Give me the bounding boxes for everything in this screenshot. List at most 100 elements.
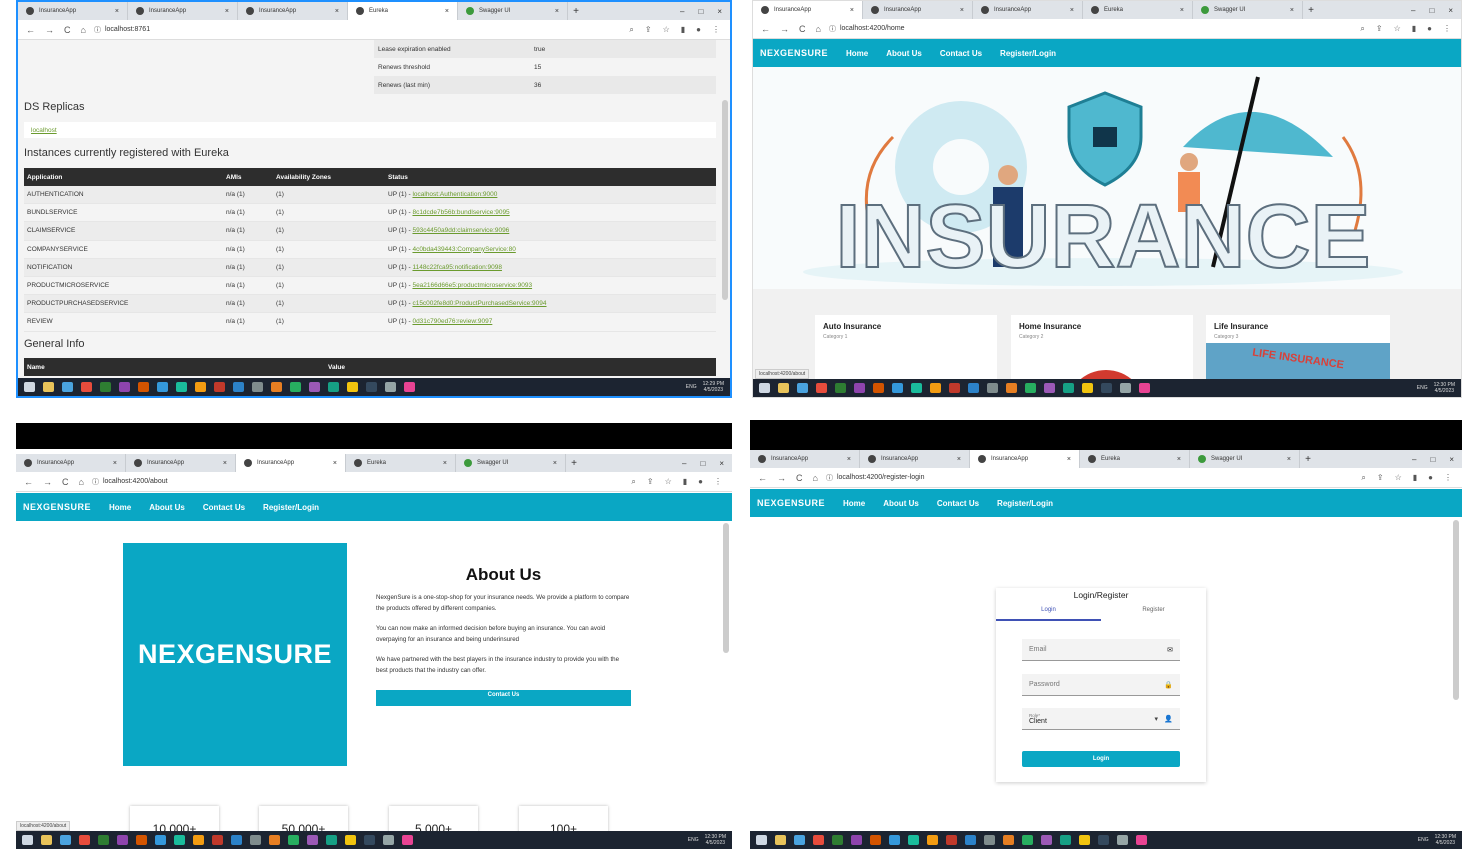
clock[interactable]: 12:30 PM 4/5/2023 <box>1435 834 1456 846</box>
instance-link[interactable]: 8c1dcde7b56b:bundlservice:9095 <box>412 209 509 216</box>
taskbar-app-icon[interactable] <box>949 383 960 393</box>
taskbar-app-icon[interactable] <box>176 382 187 392</box>
browser-tab[interactable]: InsuranceApp × <box>18 2 128 20</box>
taskbar-app-icon[interactable] <box>835 383 846 393</box>
home-button[interactable]: ⌂ <box>813 473 818 483</box>
nav-register-login[interactable]: Register/Login <box>1000 49 1056 58</box>
nav-about[interactable]: About Us <box>886 49 922 58</box>
taskbar-app-icon[interactable] <box>965 835 976 845</box>
taskbar-app-icon[interactable] <box>271 382 282 392</box>
instance-link[interactable]: 0d31c790ed76:review:9097 <box>412 318 492 325</box>
taskbar-app-icon[interactable] <box>364 835 375 845</box>
menu-icon[interactable]: ⋮ <box>714 477 722 487</box>
share-icon[interactable]: ⇪ <box>1377 473 1384 483</box>
language-indicator[interactable]: ENG <box>1417 385 1428 391</box>
url-field[interactable]: localhost:4200/about <box>103 478 168 485</box>
close-window-button[interactable]: × <box>1448 6 1453 15</box>
sidebar-icon[interactable]: ▮ <box>1412 24 1416 34</box>
scrollbar[interactable] <box>722 100 728 300</box>
taskbar-app-icon[interactable] <box>290 382 301 392</box>
taskbar-app-icon[interactable] <box>309 382 320 392</box>
close-icon[interactable]: × <box>847 456 851 463</box>
profile-icon[interactable]: ● <box>696 25 701 35</box>
language-indicator[interactable]: ENG <box>686 384 697 390</box>
forward-button[interactable]: → <box>45 25 54 35</box>
scrollbar[interactable] <box>1453 520 1459 700</box>
nav-register-login[interactable]: Register/Login <box>263 503 319 512</box>
home-button[interactable]: ⌂ <box>816 24 821 34</box>
star-icon[interactable]: ☆ <box>1395 473 1402 483</box>
taskbar-app-icon[interactable] <box>233 382 244 392</box>
instance-link[interactable]: 1148c22fca95:notification:9098 <box>412 264 502 271</box>
taskbar-app-icon[interactable] <box>174 835 185 845</box>
taskbar-app-icon[interactable] <box>873 383 884 393</box>
close-icon[interactable]: × <box>1067 456 1071 463</box>
close-icon[interactable]: × <box>225 8 229 15</box>
ds-replica-link[interactable]: localhost <box>31 127 57 134</box>
taskbar-app-icon[interactable] <box>385 382 396 392</box>
taskbar-app-icon[interactable] <box>288 835 299 845</box>
browser-tab[interactable]: InsuranceApp × <box>126 454 236 472</box>
back-button[interactable]: ← <box>26 25 35 35</box>
taskbar-app-icon[interactable] <box>60 835 71 845</box>
scrollbar[interactable] <box>723 523 729 653</box>
new-tab-button[interactable]: + <box>1300 454 1316 465</box>
sidebar-icon[interactable]: ▮ <box>681 25 685 35</box>
close-icon[interactable]: × <box>555 8 559 15</box>
back-button[interactable]: ← <box>24 477 33 487</box>
taskbar-app-icon[interactable] <box>870 835 881 845</box>
close-icon[interactable]: × <box>113 460 117 467</box>
zoom-icon[interactable]: ⌕ <box>629 25 633 35</box>
home-button[interactable]: ⌂ <box>79 477 84 487</box>
taskbar-app-icon[interactable] <box>1003 835 1014 845</box>
email-field[interactable]: Email ✉ <box>1022 639 1180 661</box>
url-field[interactable]: localhost:8761 <box>105 26 150 33</box>
taskbar-app-icon[interactable] <box>328 382 339 392</box>
instance-link[interactable]: 4c0bda439443:CompanyService:80 <box>412 246 515 253</box>
browser-tab-active[interactable]: InsuranceApp × <box>236 454 346 472</box>
share-icon[interactable]: ⇪ <box>645 25 652 35</box>
nav-contact[interactable]: Contact Us <box>940 49 982 58</box>
taskbar-app-icon[interactable] <box>231 835 242 845</box>
sidebar-icon[interactable]: ▮ <box>1413 473 1417 483</box>
nav-home[interactable]: Home <box>843 499 865 508</box>
nav-home[interactable]: Home <box>846 49 868 58</box>
taskbar-app-icon[interactable] <box>946 835 957 845</box>
taskbar-app-icon[interactable] <box>778 383 789 393</box>
taskbar-app-icon[interactable] <box>911 383 922 393</box>
taskbar-app-icon[interactable] <box>889 835 900 845</box>
taskbar-app-icon[interactable] <box>813 835 824 845</box>
menu-icon[interactable]: ⋮ <box>712 25 720 35</box>
role-select[interactable]: Role* Client 👤 ▾ <box>1022 708 1180 730</box>
close-icon[interactable]: × <box>335 8 339 15</box>
nav-register-login[interactable]: Register/Login <box>997 499 1053 508</box>
taskbar-app-icon[interactable] <box>404 382 415 392</box>
taskbar-app-icon[interactable] <box>195 382 206 392</box>
taskbar-app-icon[interactable] <box>1079 835 1090 845</box>
url-field[interactable]: localhost:4200/home <box>840 25 905 32</box>
taskbar-app-icon[interactable] <box>43 382 54 392</box>
close-icon[interactable]: × <box>1287 456 1291 463</box>
taskbar-app-icon[interactable] <box>816 383 827 393</box>
taskbar-app-icon[interactable] <box>252 382 263 392</box>
taskbar-app-icon[interactable] <box>987 383 998 393</box>
maximize-button[interactable]: □ <box>700 459 705 468</box>
taskbar-app-icon[interactable] <box>326 835 337 845</box>
taskbar-app-icon[interactable] <box>269 835 280 845</box>
reload-button[interactable]: C <box>62 477 69 487</box>
taskbar-app-icon[interactable] <box>797 383 808 393</box>
browser-tab[interactable]: Swagger UI × <box>1193 1 1303 19</box>
browser-tab-active[interactable]: InsuranceApp × <box>753 1 863 19</box>
zoom-icon[interactable]: ⌕ <box>1360 24 1364 34</box>
clock[interactable]: 12:29 PM 4/5/2023 <box>703 381 724 393</box>
taskbar-app-icon[interactable] <box>62 382 73 392</box>
close-icon[interactable]: × <box>1070 7 1074 14</box>
taskbar-app-icon[interactable] <box>892 383 903 393</box>
windows-start-icon[interactable] <box>759 383 770 393</box>
taskbar-app-icon[interactable] <box>1098 835 1109 845</box>
brand-logo[interactable]: NEXGENSURE <box>760 48 828 58</box>
star-icon[interactable]: ☆ <box>663 25 670 35</box>
reload-button[interactable]: C <box>796 473 803 483</box>
taskbar-app-icon[interactable] <box>1022 835 1033 845</box>
close-icon[interactable]: × <box>443 460 447 467</box>
